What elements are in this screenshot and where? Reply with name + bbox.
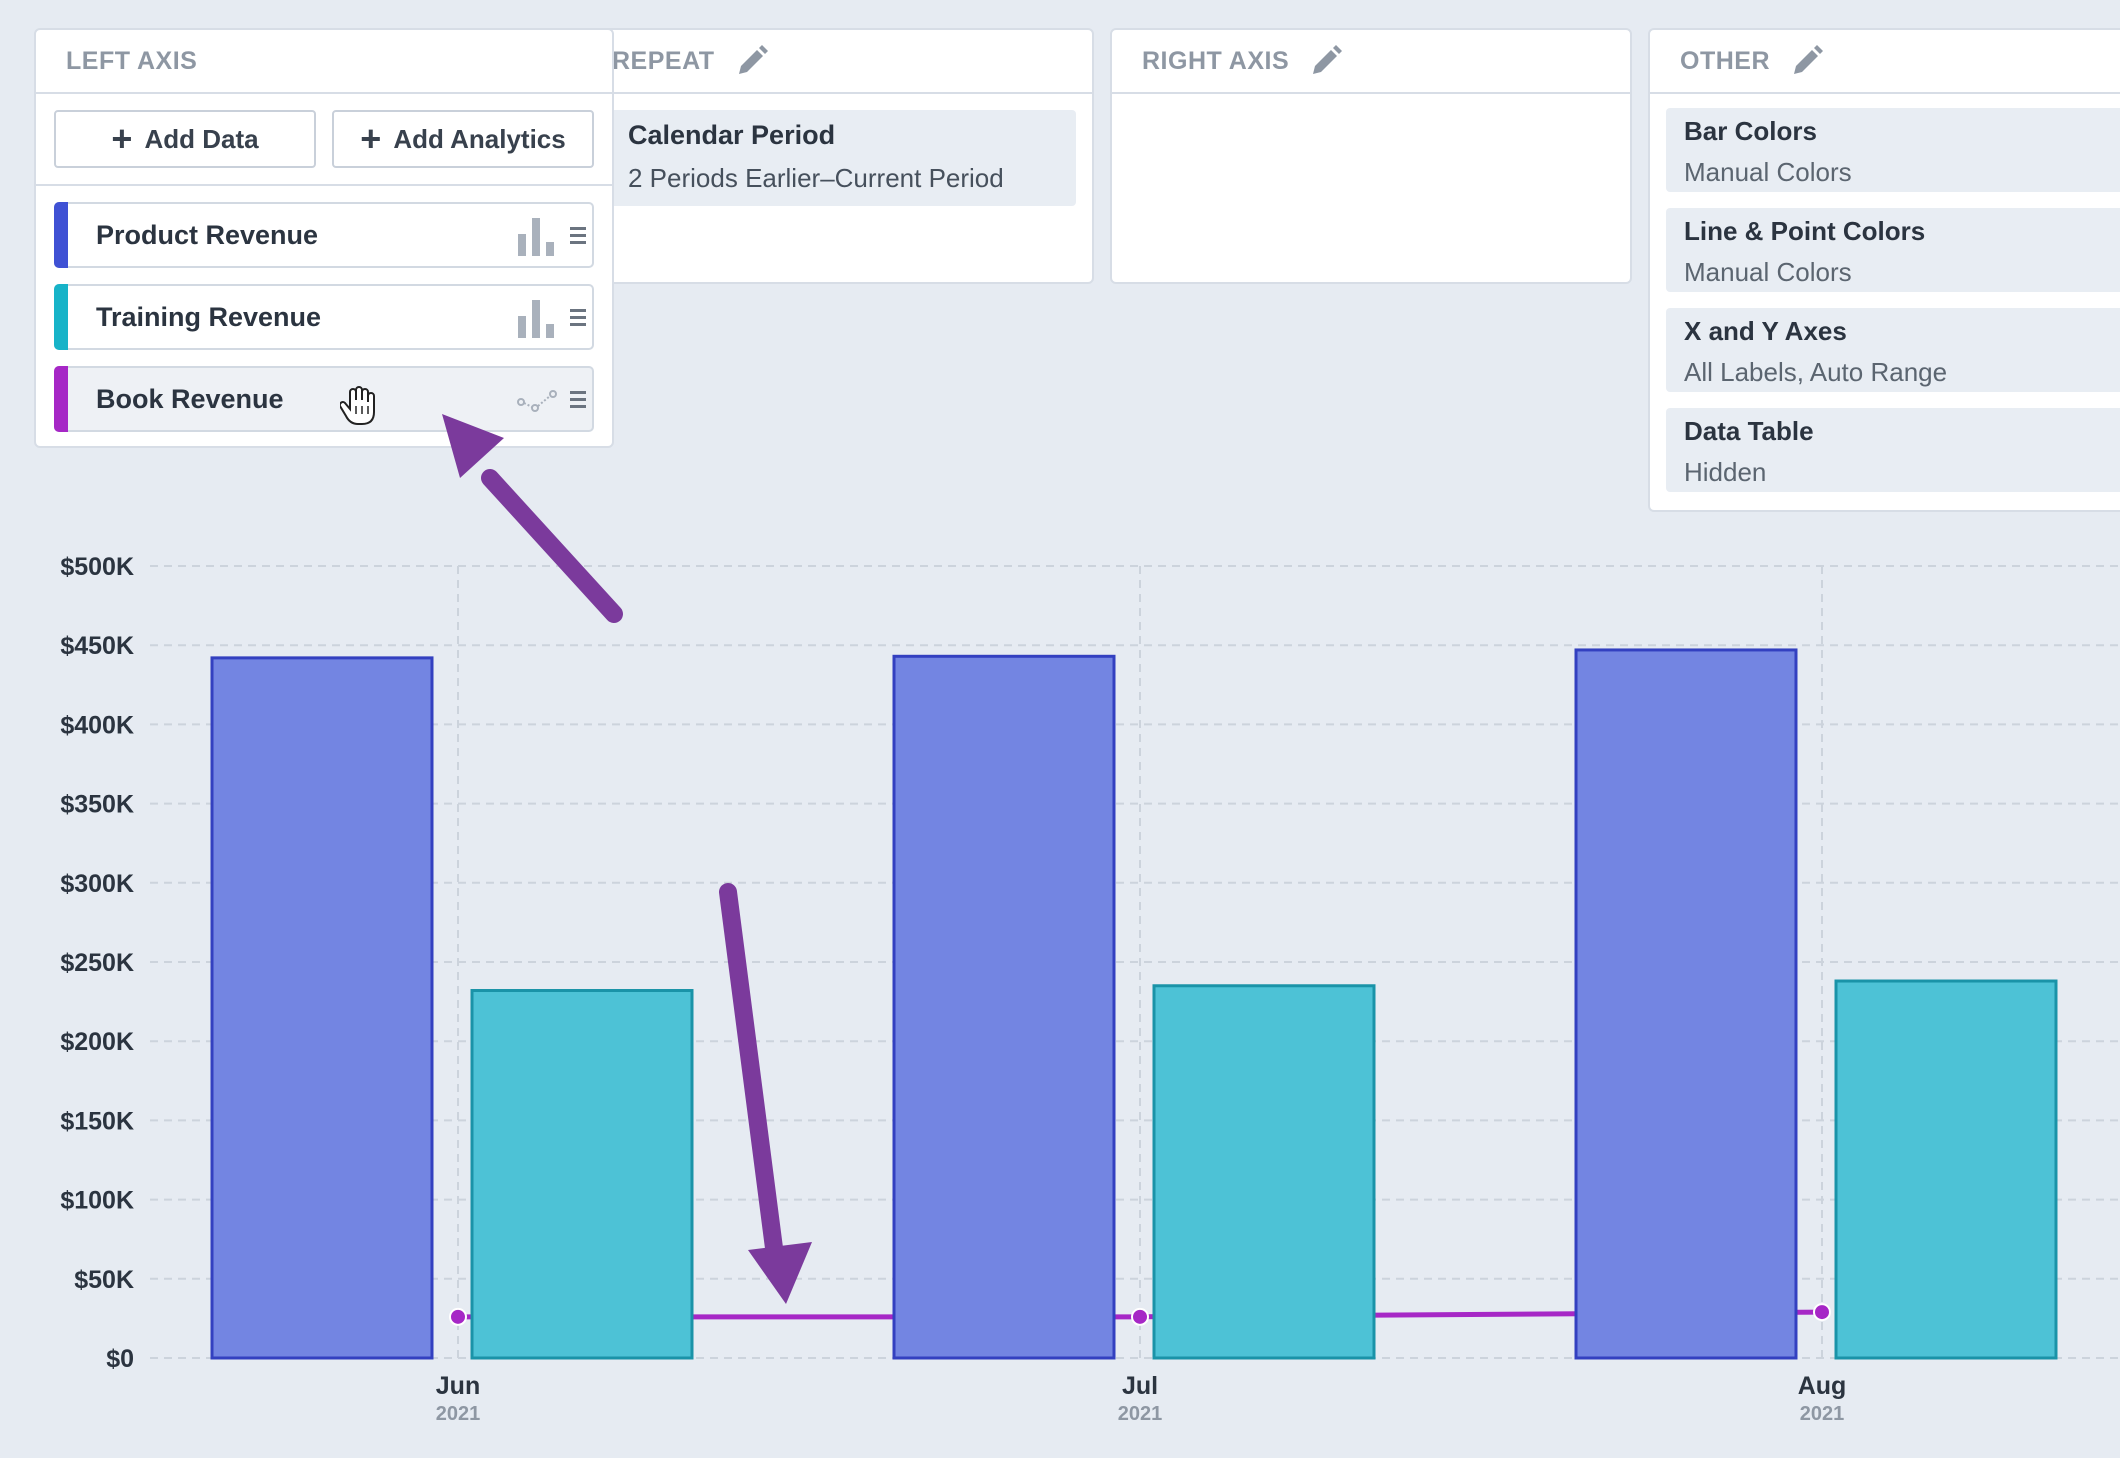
pencil-icon[interactable] — [1790, 44, 1824, 78]
data-table-setting[interactable]: Data Table Hidden — [1666, 408, 2120, 492]
bar-chart-icon[interactable] — [516, 216, 558, 256]
point-book-revenue[interactable] — [449, 1307, 467, 1326]
other-panel: OTHER Bar Colors Manual Colors Line & Po… — [1648, 28, 2120, 512]
left-axis-header: LEFT AXIS — [36, 30, 612, 94]
scatter-line-icon[interactable] — [516, 380, 558, 420]
x-tick-label: Aug — [1798, 1372, 1847, 1400]
pencil-icon[interactable] — [1309, 44, 1343, 78]
left-axis-panel: LEFT AXIS + Add Data + Add Analytics Pro… — [34, 28, 614, 448]
series-color-swatch — [54, 366, 68, 432]
left-axis-actions: + Add Data + Add Analytics — [36, 94, 612, 186]
repeat-title: REPEAT — [612, 46, 715, 75]
series-list: Product Revenue Training Revenue Book Re… — [36, 186, 612, 448]
bar-colors-setting[interactable]: Bar Colors Manual Colors — [1666, 108, 2120, 192]
add-analytics-button[interactable]: + Add Analytics — [332, 110, 594, 168]
bar-training-revenue[interactable] — [470, 989, 694, 1360]
line-point-colors-setting[interactable]: Line & Point Colors Manual Colors — [1666, 208, 2120, 292]
series-label: Training Revenue — [96, 301, 322, 332]
bar-product-revenue[interactable] — [210, 656, 434, 1360]
setting-title: Data Table — [1684, 416, 1814, 446]
right-axis-title: RIGHT AXIS — [1142, 46, 1290, 75]
setting-title: Bar Colors — [1684, 116, 1817, 146]
series-color-swatch — [54, 202, 68, 268]
other-header: OTHER — [1650, 30, 2120, 94]
series-item-book-revenue[interactable]: Book Revenue — [54, 366, 594, 432]
bar-training-revenue[interactable] — [1834, 979, 2058, 1360]
drag-handle-icon[interactable] — [568, 224, 588, 248]
right-axis-panel: RIGHT AXIS — [1110, 28, 1632, 284]
y-tick-label: $350K — [60, 791, 134, 819]
x-tick-year: 2021 — [436, 1403, 481, 1425]
setting-title: X and Y Axes — [1684, 316, 1847, 346]
chart-gridlines — [150, 565, 2120, 1359]
revenue-chart[interactable]: $0 $50K $100K $150K $200K $250K $300K $350K $400… — [0, 520, 2120, 1458]
calendar-period-title: Calendar Period — [628, 120, 836, 150]
right-axis-header: RIGHT AXIS — [1112, 30, 1630, 94]
drag-handle-icon[interactable] — [568, 306, 588, 330]
x-tick-year: 2021 — [1118, 1403, 1163, 1425]
add-analytics-label: Add Analytics — [393, 123, 566, 154]
series-label: Product Revenue — [96, 219, 319, 250]
point-book-revenue[interactable] — [1813, 1303, 1831, 1322]
drag-handle-icon[interactable] — [568, 388, 588, 412]
calendar-period-card[interactable]: Calendar Period 2 Periods Earlier–Curren… — [588, 110, 1076, 206]
bar-training-revenue[interactable] — [1152, 984, 1376, 1360]
setting-value: Manual Colors — [1684, 257, 1852, 287]
setting-value: Manual Colors — [1684, 157, 1852, 187]
series-item-product-revenue[interactable]: Product Revenue — [54, 202, 594, 268]
chart-bars — [210, 648, 2058, 1360]
calendar-period-sub: 2 Periods Earlier–Current Period — [628, 163, 1004, 193]
hand-cursor-icon — [340, 386, 375, 425]
add-data-button[interactable]: + Add Data — [54, 110, 316, 168]
bar-chart-icon[interactable] — [516, 298, 558, 338]
x-tick-label: Jun — [436, 1372, 480, 1400]
y-tick-label: $0 — [106, 1345, 134, 1373]
y-tick-label: $100K — [60, 1187, 134, 1215]
y-tick-label: $500K — [60, 553, 134, 581]
repeat-panel: REPEAT Calendar Period 2 Periods Earlier… — [570, 28, 1094, 284]
other-title: OTHER — [1680, 46, 1770, 75]
y-tick-label: $450K — [60, 632, 134, 660]
point-book-revenue[interactable] — [1131, 1307, 1149, 1326]
setting-value: Hidden — [1684, 457, 1767, 487]
other-settings-list: Bar Colors Manual Colors Line & Point Co… — [1650, 94, 2120, 492]
y-tick-label: $150K — [60, 1107, 134, 1135]
pencil-icon[interactable] — [735, 44, 769, 78]
y-tick-label: $200K — [60, 1028, 134, 1056]
left-axis-title: LEFT AXIS — [66, 46, 198, 75]
y-tick-label: $250K — [60, 949, 134, 977]
x-tick-label: Jul — [1122, 1372, 1158, 1400]
x-tick-year: 2021 — [1800, 1403, 1845, 1425]
setting-title: Line & Point Colors — [1684, 216, 1926, 246]
series-item-training-revenue[interactable]: Training Revenue — [54, 284, 594, 350]
axes-setting[interactable]: X and Y Axes All Labels, Auto Range — [1666, 308, 2120, 392]
plus-icon: + — [111, 118, 133, 159]
bar-product-revenue[interactable] — [1574, 648, 1798, 1360]
y-tick-label: $400K — [60, 711, 134, 739]
plus-icon: + — [360, 118, 382, 159]
series-color-swatch — [54, 284, 68, 350]
y-tick-label: $300K — [60, 870, 134, 898]
bar-product-revenue[interactable] — [892, 654, 1116, 1360]
y-tick-label: $50K — [74, 1266, 134, 1294]
repeat-header: REPEAT — [572, 30, 1092, 94]
setting-value: All Labels, Auto Range — [1684, 357, 1948, 387]
add-data-label: Add Data — [144, 123, 259, 154]
series-label: Book Revenue — [96, 383, 284, 414]
